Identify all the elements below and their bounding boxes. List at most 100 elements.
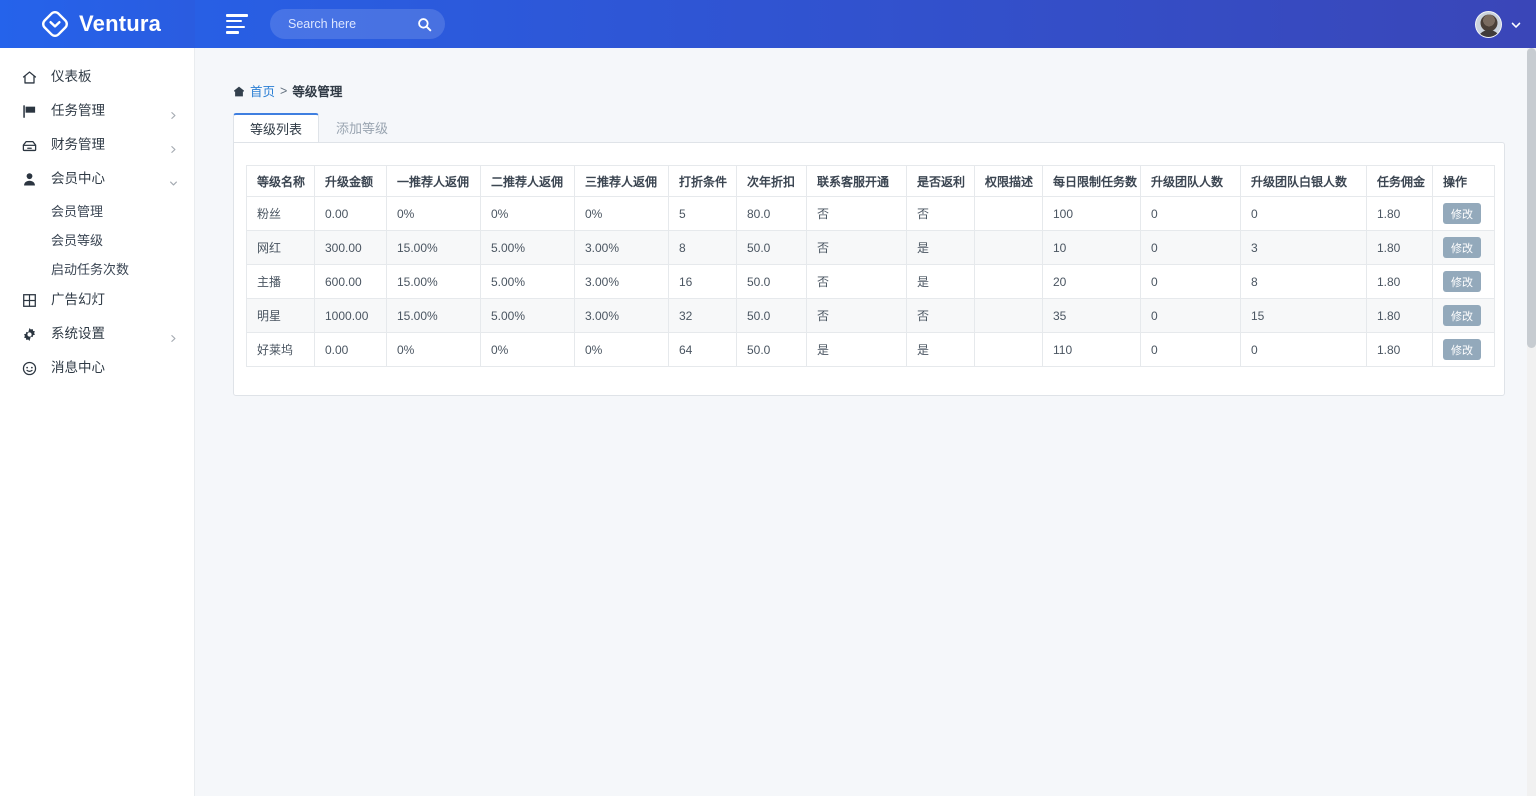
cell-rebate: 是	[907, 333, 975, 367]
user-menu[interactable]	[1475, 0, 1522, 48]
chevron-right-icon	[169, 330, 178, 339]
cell-upgrade-amount: 600.00	[315, 265, 387, 299]
col-header-next-year-discount: 次年折扣	[737, 166, 807, 197]
grid-icon	[20, 291, 39, 310]
col-header-discount-condition: 打折条件	[669, 166, 737, 197]
cell-ref3-commission: 0%	[575, 197, 669, 231]
top-navigation-bar: Ventura	[0, 0, 1536, 48]
table-row: 粉丝 0.00 0% 0% 0% 5 80.0 否 否 100 0 0 1.80…	[247, 197, 1495, 231]
table-row: 好莱坞 0.00 0% 0% 0% 64 50.0 是 是 110 0 0 1.…	[247, 333, 1495, 367]
tab-level-list[interactable]: 等级列表	[233, 113, 319, 143]
cell-task-commission: 1.80	[1367, 197, 1433, 231]
cell-discount-condition: 16	[669, 265, 737, 299]
breadcrumb-current: 等级管理	[292, 81, 342, 100]
cell-ref1-commission: 0%	[387, 197, 481, 231]
cell-discount-condition: 32	[669, 299, 737, 333]
cell-daily-task-limit: 20	[1043, 265, 1141, 299]
sidebar-item-member-center[interactable]: 会员中心	[0, 162, 194, 196]
cell-upgrade-amount: 300.00	[315, 231, 387, 265]
wallet-icon	[20, 136, 39, 155]
cell-permission-desc	[975, 197, 1043, 231]
breadcrumb-home-link[interactable]: 首页	[250, 81, 275, 100]
brand-name: Ventura	[79, 13, 161, 35]
avatar[interactable]	[1475, 11, 1502, 38]
chevron-right-icon	[169, 141, 178, 150]
cell-ref1-commission: 0%	[387, 333, 481, 367]
flag-icon	[20, 102, 39, 121]
cell-ref3-commission: 3.00%	[575, 265, 669, 299]
cell-task-commission: 1.80	[1367, 265, 1433, 299]
cell-level-name: 好莱坞	[247, 333, 315, 367]
table-body: 粉丝 0.00 0% 0% 0% 5 80.0 否 否 100 0 0 1.80…	[247, 197, 1495, 367]
cell-ref1-commission: 15.00%	[387, 265, 481, 299]
sidebar-subitem-label: 会员等级	[51, 230, 103, 249]
cell-task-commission: 1.80	[1367, 333, 1433, 367]
cell-permission-desc	[975, 333, 1043, 367]
cell-upgrade-team-count: 0	[1141, 231, 1241, 265]
cell-ref2-commission: 0%	[481, 333, 575, 367]
sidebar-item-system-settings[interactable]: 系统设置	[0, 317, 194, 351]
sidebar-subitem-member-management[interactable]: 会员管理	[0, 196, 194, 225]
cell-ref1-commission: 15.00%	[387, 299, 481, 333]
sidebar-item-finance-management[interactable]: 财务管理	[0, 128, 194, 162]
edit-button[interactable]: 修改	[1443, 271, 1481, 292]
user-icon	[20, 170, 39, 189]
home-icon	[20, 68, 39, 87]
cell-discount-condition: 64	[669, 333, 737, 367]
gear-icon	[20, 325, 39, 344]
sidebar-subitem-task-start-count[interactable]: 启动任务次数	[0, 254, 194, 283]
cell-permission-desc	[975, 265, 1043, 299]
sidebar-item-ad-slider[interactable]: 广告幻灯	[0, 283, 194, 317]
sidebar-item-task-management[interactable]: 任务管理	[0, 94, 194, 128]
sidebar-item-label: 会员中心	[51, 172, 105, 186]
cell-next-year-discount: 50.0	[737, 333, 807, 367]
edit-button[interactable]: 修改	[1443, 237, 1481, 258]
search-input[interactable]	[286, 16, 417, 32]
sidebar-subitem-member-level[interactable]: 会员等级	[0, 225, 194, 254]
sidebar-item-dashboard[interactable]: 仪表板	[0, 60, 194, 94]
cell-daily-task-limit: 35	[1043, 299, 1141, 333]
chevron-down-icon	[169, 175, 178, 184]
scrollbar-thumb[interactable]	[1527, 48, 1536, 348]
col-header-upgrade-amount: 升级金额	[315, 166, 387, 197]
cell-ref2-commission: 0%	[481, 197, 575, 231]
cell-next-year-discount: 50.0	[737, 299, 807, 333]
level-table: 等级名称 升级金额 一推荐人返佣 二推荐人返佣 三推荐人返佣 打折条件 次年折扣…	[246, 165, 1495, 367]
chevron-right-icon	[169, 107, 178, 116]
sidebar-item-label: 任务管理	[51, 104, 105, 118]
cell-upgrade-team-count: 0	[1141, 265, 1241, 299]
brand-logo-area[interactable]: Ventura	[0, 0, 195, 48]
edit-button[interactable]: 修改	[1443, 305, 1481, 326]
cell-contact-support: 否	[807, 197, 907, 231]
col-header-daily-task-limit: 每日限制任务数	[1043, 166, 1141, 197]
edit-button[interactable]: 修改	[1443, 339, 1481, 360]
cell-rebate: 否	[907, 299, 975, 333]
cell-ref2-commission: 5.00%	[481, 231, 575, 265]
edit-button[interactable]: 修改	[1443, 203, 1481, 224]
hamburger-icon[interactable]	[226, 13, 248, 35]
cell-level-name: 主播	[247, 265, 315, 299]
tab-add-level[interactable]: 添加等级	[319, 112, 405, 142]
chevron-down-icon[interactable]	[1510, 18, 1522, 30]
sidebar-item-message-center[interactable]: 消息中心	[0, 351, 194, 385]
table-row: 主播 600.00 15.00% 5.00% 3.00% 16 50.0 否 是…	[247, 265, 1495, 299]
cell-discount-condition: 5	[669, 197, 737, 231]
sidebar-item-label: 系统设置	[51, 327, 105, 341]
page-scrollbar[interactable]	[1527, 48, 1536, 796]
cell-upgrade-team-count: 0	[1141, 197, 1241, 231]
search-icon[interactable]	[417, 17, 432, 32]
cell-level-name: 网红	[247, 231, 315, 265]
cell-upgrade-silver: 15	[1241, 299, 1367, 333]
search-box[interactable]	[270, 9, 445, 39]
col-header-ref2-commission: 二推荐人返佣	[481, 166, 575, 197]
cell-upgrade-silver: 8	[1241, 265, 1367, 299]
col-header-contact-support: 联系客服开通	[807, 166, 907, 197]
tab-bar: 等级列表 添加等级	[233, 112, 1536, 142]
breadcrumb: 首页 > 等级管理	[195, 48, 1536, 100]
cell-level-name: 明星	[247, 299, 315, 333]
cell-permission-desc	[975, 299, 1043, 333]
cell-rebate: 是	[907, 265, 975, 299]
cell-daily-task-limit: 110	[1043, 333, 1141, 367]
sidebar-item-label: 广告幻灯	[51, 293, 105, 307]
cell-actions: 修改	[1433, 197, 1495, 231]
